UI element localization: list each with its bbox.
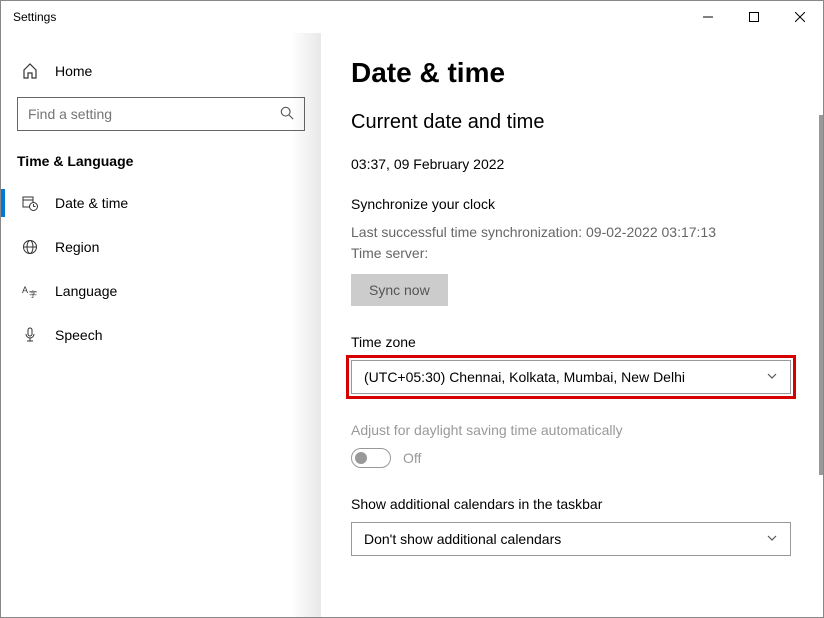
chevron-down-icon	[766, 531, 778, 547]
main-content: Date & time Current date and time 03:37,…	[321, 33, 823, 617]
scrollbar[interactable]	[819, 115, 823, 475]
nav-region[interactable]: Region	[1, 225, 321, 269]
home-nav[interactable]: Home	[1, 55, 321, 87]
minimize-button[interactable]	[685, 1, 731, 33]
calendars-value: Don't show additional calendars	[364, 531, 561, 547]
svg-text:字: 字	[29, 289, 37, 299]
calendars-dropdown[interactable]: Don't show additional calendars	[351, 522, 791, 556]
category-heading: Time & Language	[1, 131, 321, 181]
dst-toggle[interactable]	[351, 448, 391, 468]
close-button[interactable]	[777, 1, 823, 33]
nav-label: Region	[55, 239, 99, 255]
last-sync-text: Last successful time synchronization: 09…	[351, 222, 799, 243]
language-icon: A字	[21, 283, 39, 299]
nav-date-time[interactable]: Date & time	[1, 181, 321, 225]
calendar-clock-icon	[21, 195, 39, 211]
nav-speech[interactable]: Speech	[1, 313, 321, 357]
home-label: Home	[55, 63, 92, 79]
search-icon	[280, 106, 294, 123]
timezone-dropdown[interactable]: (UTC+05:30) Chennai, Kolkata, Mumbai, Ne…	[351, 360, 791, 394]
time-server-text: Time server:	[351, 243, 799, 264]
nav-label: Speech	[55, 327, 102, 343]
maximize-button[interactable]	[731, 1, 777, 33]
svg-text:A: A	[22, 285, 28, 295]
calendars-label: Show additional calendars in the taskbar	[351, 496, 799, 512]
sync-now-button[interactable]: Sync now	[351, 274, 448, 306]
dst-state: Off	[403, 450, 421, 466]
nav-language[interactable]: A字 Language	[1, 269, 321, 313]
search-input-wrap[interactable]	[17, 97, 305, 131]
titlebar: Settings	[1, 1, 823, 33]
nav-label: Language	[55, 283, 117, 299]
home-icon	[21, 63, 39, 79]
current-datetime: 03:37, 09 February 2022	[351, 156, 799, 172]
chevron-down-icon	[766, 369, 778, 385]
page-title: Date & time	[351, 57, 799, 89]
sync-clock-heading: Synchronize your clock	[351, 196, 799, 212]
window-title: Settings	[13, 10, 56, 24]
microphone-icon	[21, 327, 39, 343]
timezone-label: Time zone	[351, 334, 799, 350]
section-current-datetime: Current date and time	[351, 111, 799, 134]
timezone-value: (UTC+05:30) Chennai, Kolkata, Mumbai, Ne…	[364, 369, 685, 385]
globe-icon	[21, 239, 39, 255]
window-controls	[685, 1, 823, 33]
sidebar: Home Time & Language Date & time Region	[1, 33, 321, 617]
dst-label: Adjust for daylight saving time automati…	[351, 422, 799, 438]
search-input[interactable]	[28, 106, 280, 122]
nav-label: Date & time	[55, 195, 128, 211]
